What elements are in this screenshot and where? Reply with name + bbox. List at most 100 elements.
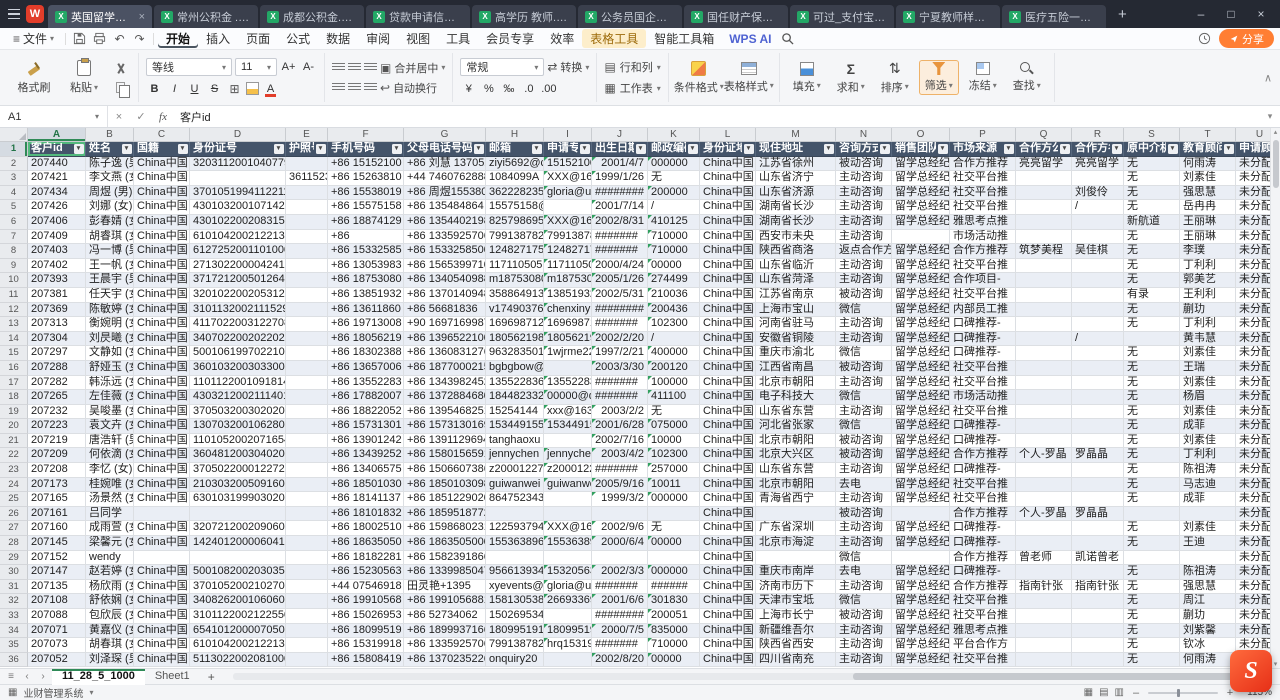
- row-header[interactable]: 21: [0, 434, 28, 449]
- cell[interactable]: 北京市朝阳: [756, 376, 836, 391]
- cell[interactable]: 衡婉明 (女: [86, 317, 134, 332]
- cell[interactable]: 刘紫馨: [1180, 624, 1236, 639]
- cell[interactable]: 无: [1124, 653, 1180, 668]
- cell[interactable]: 710000: [648, 244, 700, 259]
- cell[interactable]: +86 15731301: [328, 419, 404, 434]
- cell[interactable]: 主动咨询: [836, 624, 892, 639]
- cell[interactable]: [1072, 536, 1124, 551]
- filter-dropdown-icon[interactable]: ▼: [178, 144, 188, 154]
- cell[interactable]: wendy: [86, 551, 134, 566]
- cell[interactable]: 207402: [28, 259, 86, 274]
- scroll-up-icon[interactable]: ▴: [1274, 128, 1278, 136]
- cell[interactable]: 王丽琳: [1180, 215, 1236, 230]
- cell[interactable]: 合作项目-: [950, 273, 1016, 288]
- cell[interactable]: [286, 317, 328, 332]
- cell[interactable]: 151521001: [544, 157, 592, 172]
- filter-dropdown-icon[interactable]: ▼: [122, 144, 132, 154]
- cell[interactable]: [1072, 303, 1124, 318]
- cell[interactable]: 留学总经纪: [892, 332, 950, 347]
- cell[interactable]: 266933696: [544, 594, 592, 609]
- column-header-R[interactable]: R: [1072, 128, 1124, 141]
- cell[interactable]: 207297: [28, 346, 86, 361]
- cell[interactable]: 被动咨询: [836, 361, 892, 376]
- cell[interactable]: 周煜 (男): [86, 186, 134, 201]
- row-header[interactable]: 16: [0, 361, 28, 376]
- undo-icon[interactable]: ↶: [110, 32, 129, 46]
- filter-dropdown-icon[interactable]: ▼: [688, 144, 698, 154]
- wps-logo-icon[interactable]: W: [26, 5, 44, 23]
- maximize-button[interactable]: □: [1218, 7, 1244, 21]
- vertical-scroll-thumb[interactable]: [1273, 140, 1279, 188]
- cell[interactable]: 被动咨询: [836, 288, 892, 303]
- cell[interactable]: [1016, 288, 1072, 303]
- cell[interactable]: China中国: [134, 594, 190, 609]
- file-tab[interactable]: X成都公积金.xlsx: [260, 5, 364, 28]
- cell[interactable]: +86 1354402198: [404, 215, 486, 230]
- cell[interactable]: +86 1395468251: [404, 405, 486, 420]
- floating-assistant-logo[interactable]: S: [1230, 650, 1272, 692]
- paste-button[interactable]: 粘贴▾: [61, 60, 107, 95]
- cell[interactable]: 2002/9/6: [592, 521, 648, 536]
- cell[interactable]: 吕同学: [86, 507, 134, 522]
- column-header-D[interactable]: D: [190, 128, 286, 141]
- cell[interactable]: China中国: [700, 390, 756, 405]
- cell[interactable]: 301830: [648, 594, 700, 609]
- history-clock-icon[interactable]: [1195, 32, 1214, 45]
- cell[interactable]: +86 13851932: [328, 288, 404, 303]
- vertical-scrollbar[interactable]: ▴ ▾: [1270, 128, 1280, 668]
- cell[interactable]: 雅思考点推: [950, 215, 1016, 230]
- cell[interactable]: 610104200212213421: [190, 230, 286, 245]
- cell[interactable]: 无: [1124, 346, 1180, 361]
- cell[interactable]: 留学总经纪: [892, 492, 950, 507]
- cell[interactable]: 陕西省商洛: [756, 244, 836, 259]
- cell[interactable]: 207208: [28, 463, 86, 478]
- cell[interactable]: #######: [592, 376, 648, 391]
- cell[interactable]: [286, 478, 328, 493]
- cell[interactable]: [134, 551, 190, 566]
- align-middle-icon[interactable]: [348, 63, 361, 72]
- cell[interactable]: 口碑推荐-: [950, 317, 1016, 332]
- cell[interactable]: 留学总经纪: [892, 594, 950, 609]
- cell[interactable]: +86 52734062: [404, 609, 486, 624]
- cell[interactable]: +86 1370140948: [404, 288, 486, 303]
- cell[interactable]: 400000: [648, 346, 700, 361]
- cell[interactable]: 主动咨询: [836, 492, 892, 507]
- cell[interactable]: 陈子逸 (男: [86, 157, 134, 172]
- cell[interactable]: 田灵艳+1395: [404, 580, 486, 595]
- cell[interactable]: [286, 186, 328, 201]
- cell[interactable]: [1016, 303, 1072, 318]
- cell[interactable]: 2005/9/16: [592, 478, 648, 493]
- cell[interactable]: 207073: [28, 638, 86, 653]
- cell[interactable]: +86 1335925706: [404, 230, 486, 245]
- cell[interactable]: 00000: [648, 259, 700, 274]
- cell[interactable]: [286, 653, 328, 668]
- cell[interactable]: [544, 653, 592, 668]
- cell[interactable]: [286, 376, 328, 391]
- increase-font-icon[interactable]: A+: [280, 59, 297, 76]
- cell[interactable]: 社交平台推: [950, 186, 1016, 201]
- cell[interactable]: gloria@uk: [544, 186, 592, 201]
- cell[interactable]: 主动咨询: [836, 332, 892, 347]
- cell[interactable]: [544, 507, 592, 522]
- cell[interactable]: 无: [1124, 463, 1180, 478]
- increase-decimal-icon[interactable]: .00: [540, 80, 557, 97]
- cell[interactable]: [286, 609, 328, 624]
- save-icon[interactable]: [70, 32, 89, 45]
- header-cell[interactable]: 合作方名▼: [1072, 142, 1124, 157]
- cell[interactable]: China中国: [134, 200, 190, 215]
- cell[interactable]: [286, 463, 328, 478]
- cell[interactable]: 155363896: [544, 536, 592, 551]
- cell[interactable]: 留学总经纪: [892, 361, 950, 376]
- cell[interactable]: 1997/2/21: [592, 346, 648, 361]
- cell[interactable]: 无: [1124, 230, 1180, 245]
- cell[interactable]: 无: [1124, 171, 1180, 186]
- cell[interactable]: 电子科技大: [756, 390, 836, 405]
- table-style-button[interactable]: 表格样式▾: [726, 62, 772, 94]
- filter-dropdown-icon[interactable]: ▼: [880, 144, 890, 154]
- cell[interactable]: xyevents@: [486, 580, 544, 595]
- cell[interactable]: +86 15152100: [328, 157, 404, 172]
- cell[interactable]: China中国: [134, 419, 190, 434]
- cell[interactable]: China中国: [134, 521, 190, 536]
- cell[interactable]: +86 56681836: [404, 303, 486, 318]
- cell[interactable]: 180995191: [544, 624, 592, 639]
